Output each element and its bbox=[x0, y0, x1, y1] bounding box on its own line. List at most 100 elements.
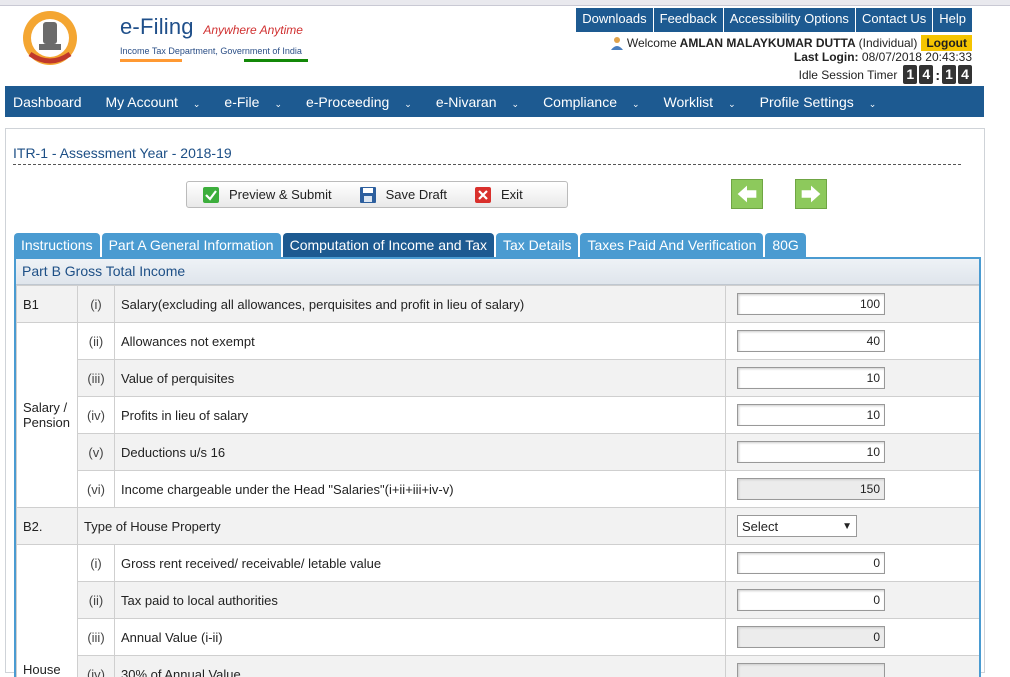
nav-profile-settings[interactable]: Profile Settings⌄ bbox=[760, 94, 889, 110]
house-property-type-select[interactable]: Select ▼ bbox=[737, 515, 857, 537]
tab-computation[interactable]: Computation of Income and Tax bbox=[283, 233, 494, 257]
row-desc: Tax paid to local authorities bbox=[115, 582, 726, 619]
chevron-down-icon: ⌄ bbox=[404, 99, 412, 109]
nav-dashboard[interactable]: Dashboard bbox=[13, 94, 94, 110]
row-num: (i) bbox=[78, 545, 115, 582]
allowances-input[interactable]: 40 bbox=[737, 330, 885, 352]
welcome-line: Welcome AMLAN MALAYKUMAR DUTTA (Individu… bbox=[610, 35, 972, 51]
table-row: (vi) Income chargeable under the Head "S… bbox=[17, 471, 980, 508]
deductions-input[interactable]: 10 bbox=[737, 441, 885, 463]
timer-digit: 1 bbox=[903, 65, 917, 84]
annual-value-field: 0 bbox=[737, 626, 885, 648]
previous-arrow-icon[interactable] bbox=[731, 179, 763, 209]
row-num: (i) bbox=[78, 286, 115, 323]
save-draft-label: Save Draft bbox=[386, 187, 447, 202]
top-link-contact[interactable]: Contact Us bbox=[855, 8, 932, 32]
form-toolbar: Preview & Submit Save Draft Exit bbox=[186, 181, 568, 208]
gross-rent-input[interactable]: 0 bbox=[737, 552, 885, 574]
site-header: e-Filing Anywhere Anytime Income Tax Dep… bbox=[8, 6, 986, 86]
row-desc: Gross rent received/ receivable/ letable… bbox=[115, 545, 726, 582]
chevron-down-icon: ⌄ bbox=[193, 99, 201, 109]
amount-cell: 40 bbox=[726, 323, 980, 360]
save-icon bbox=[360, 187, 376, 203]
preview-submit-button[interactable]: Preview & Submit bbox=[203, 187, 332, 203]
nav-e-file[interactable]: e-File ⌄ bbox=[224, 94, 294, 110]
top-link-feedback[interactable]: Feedback bbox=[653, 8, 723, 32]
nav-worklist[interactable]: Worklist ⌄ bbox=[664, 94, 748, 110]
local-tax-input[interactable]: 0 bbox=[737, 589, 885, 611]
idle-timer-label: Idle Session Timer bbox=[799, 68, 898, 82]
tab-80g[interactable]: 80G bbox=[765, 233, 805, 257]
top-link-help[interactable]: Help bbox=[932, 8, 972, 32]
amount-cell bbox=[726, 656, 980, 677]
check-icon bbox=[203, 187, 219, 203]
row-code: B1 bbox=[17, 286, 78, 323]
chevron-down-icon: ⌄ bbox=[274, 99, 282, 109]
row-num: (iv) bbox=[78, 656, 115, 677]
table-row: (v) Deductions u/s 16 10 bbox=[17, 434, 980, 471]
row-desc: Type of House Property bbox=[78, 508, 726, 545]
row-desc: Income chargeable under the Head "Salari… bbox=[115, 471, 726, 508]
row-num: (vi) bbox=[78, 471, 115, 508]
tab-tax-details[interactable]: Tax Details bbox=[496, 233, 578, 257]
exit-button[interactable]: Exit bbox=[475, 187, 523, 203]
row-num: (ii) bbox=[78, 582, 115, 619]
nav-e-proceeding[interactable]: e-Proceeding ⌄ bbox=[306, 94, 424, 110]
welcome-prefix: Welcome bbox=[627, 36, 677, 50]
timer-digit: 4 bbox=[919, 65, 933, 84]
chevron-down-icon: ⌄ bbox=[728, 99, 736, 109]
government-emblem-icon bbox=[22, 10, 78, 66]
nav-my-account[interactable]: My Account ⌄ bbox=[106, 94, 213, 110]
save-draft-button[interactable]: Save Draft bbox=[360, 187, 447, 203]
row-code: B2. bbox=[17, 508, 78, 545]
nav-label: Profile Settings bbox=[760, 94, 854, 110]
table-row: B1 (i) Salary(excluding all allowances, … bbox=[17, 286, 980, 323]
nav-label: e-File bbox=[224, 94, 259, 110]
salary-input[interactable]: 100 bbox=[737, 293, 885, 315]
top-link-accessibility[interactable]: Accessibility Options bbox=[723, 8, 855, 32]
amount-cell: 150 bbox=[726, 471, 980, 508]
timer-colon: : bbox=[935, 67, 940, 83]
row-desc: Value of perquisites bbox=[115, 360, 726, 397]
top-links: Downloads Feedback Accessibility Options… bbox=[575, 8, 972, 32]
nav-label: Compliance bbox=[543, 94, 617, 110]
idle-session-timer: Idle Session Timer 1 4 : 1 4 bbox=[799, 65, 972, 84]
nav-label: My Account bbox=[106, 94, 178, 110]
nav-label: Worklist bbox=[664, 94, 714, 110]
amount-cell: 10 bbox=[726, 434, 980, 471]
tab-instructions[interactable]: Instructions bbox=[14, 233, 100, 257]
nav-e-nivaran[interactable]: e-Nivaran⌄ bbox=[436, 94, 531, 110]
user-icon bbox=[610, 36, 624, 50]
next-arrow-icon[interactable] bbox=[795, 179, 827, 209]
user-type: (Individual) bbox=[859, 36, 918, 50]
amount-cell: 100 bbox=[726, 286, 980, 323]
timer-digit: 1 bbox=[942, 65, 956, 84]
table-row: (iv) Profits in lieu of salary 10 bbox=[17, 397, 980, 434]
chevron-down-icon: ⌄ bbox=[512, 99, 520, 109]
dropdown-arrow-icon: ▼ bbox=[842, 521, 852, 532]
form-container: ITR-1 - Assessment Year - 2018-19 Previe… bbox=[5, 128, 985, 673]
form-title: ITR-1 - Assessment Year - 2018-19 bbox=[13, 145, 961, 165]
row-num: (iii) bbox=[78, 360, 115, 397]
preview-submit-label: Preview & Submit bbox=[229, 187, 332, 202]
main-nav: Dashboard My Account ⌄ e-File ⌄ e-Proceedi… bbox=[5, 86, 984, 117]
tab-taxes-paid[interactable]: Taxes Paid And Verification bbox=[580, 233, 763, 257]
row-desc: 30% of Annual Value bbox=[115, 656, 726, 677]
row-desc: Profits in lieu of salary bbox=[115, 397, 726, 434]
row-desc: Allowances not exempt bbox=[115, 323, 726, 360]
tab-part-a[interactable]: Part A General Information bbox=[102, 233, 281, 257]
brand-subtitle: Income Tax Department, Government of Ind… bbox=[120, 46, 302, 56]
logout-button[interactable]: Logout bbox=[921, 35, 972, 51]
user-name: AMLAN MALAYKUMAR DUTTA bbox=[680, 36, 856, 50]
top-link-downloads[interactable]: Downloads bbox=[575, 8, 652, 32]
perquisites-input[interactable]: 10 bbox=[737, 367, 885, 389]
timer-digit: 4 bbox=[958, 65, 972, 84]
nav-label: e-Proceeding bbox=[306, 94, 389, 110]
group-label-house: House Property bbox=[17, 545, 78, 677]
amount-cell: 10 bbox=[726, 397, 980, 434]
table-row: B2. Type of House Property Select ▼ bbox=[17, 508, 980, 545]
nav-compliance[interactable]: Compliance ⌄ bbox=[543, 94, 651, 110]
table-row: (iii) Annual Value (i-ii) 0 bbox=[17, 619, 980, 656]
profits-input[interactable]: 10 bbox=[737, 404, 885, 426]
chevron-down-icon: ⌄ bbox=[632, 99, 640, 109]
